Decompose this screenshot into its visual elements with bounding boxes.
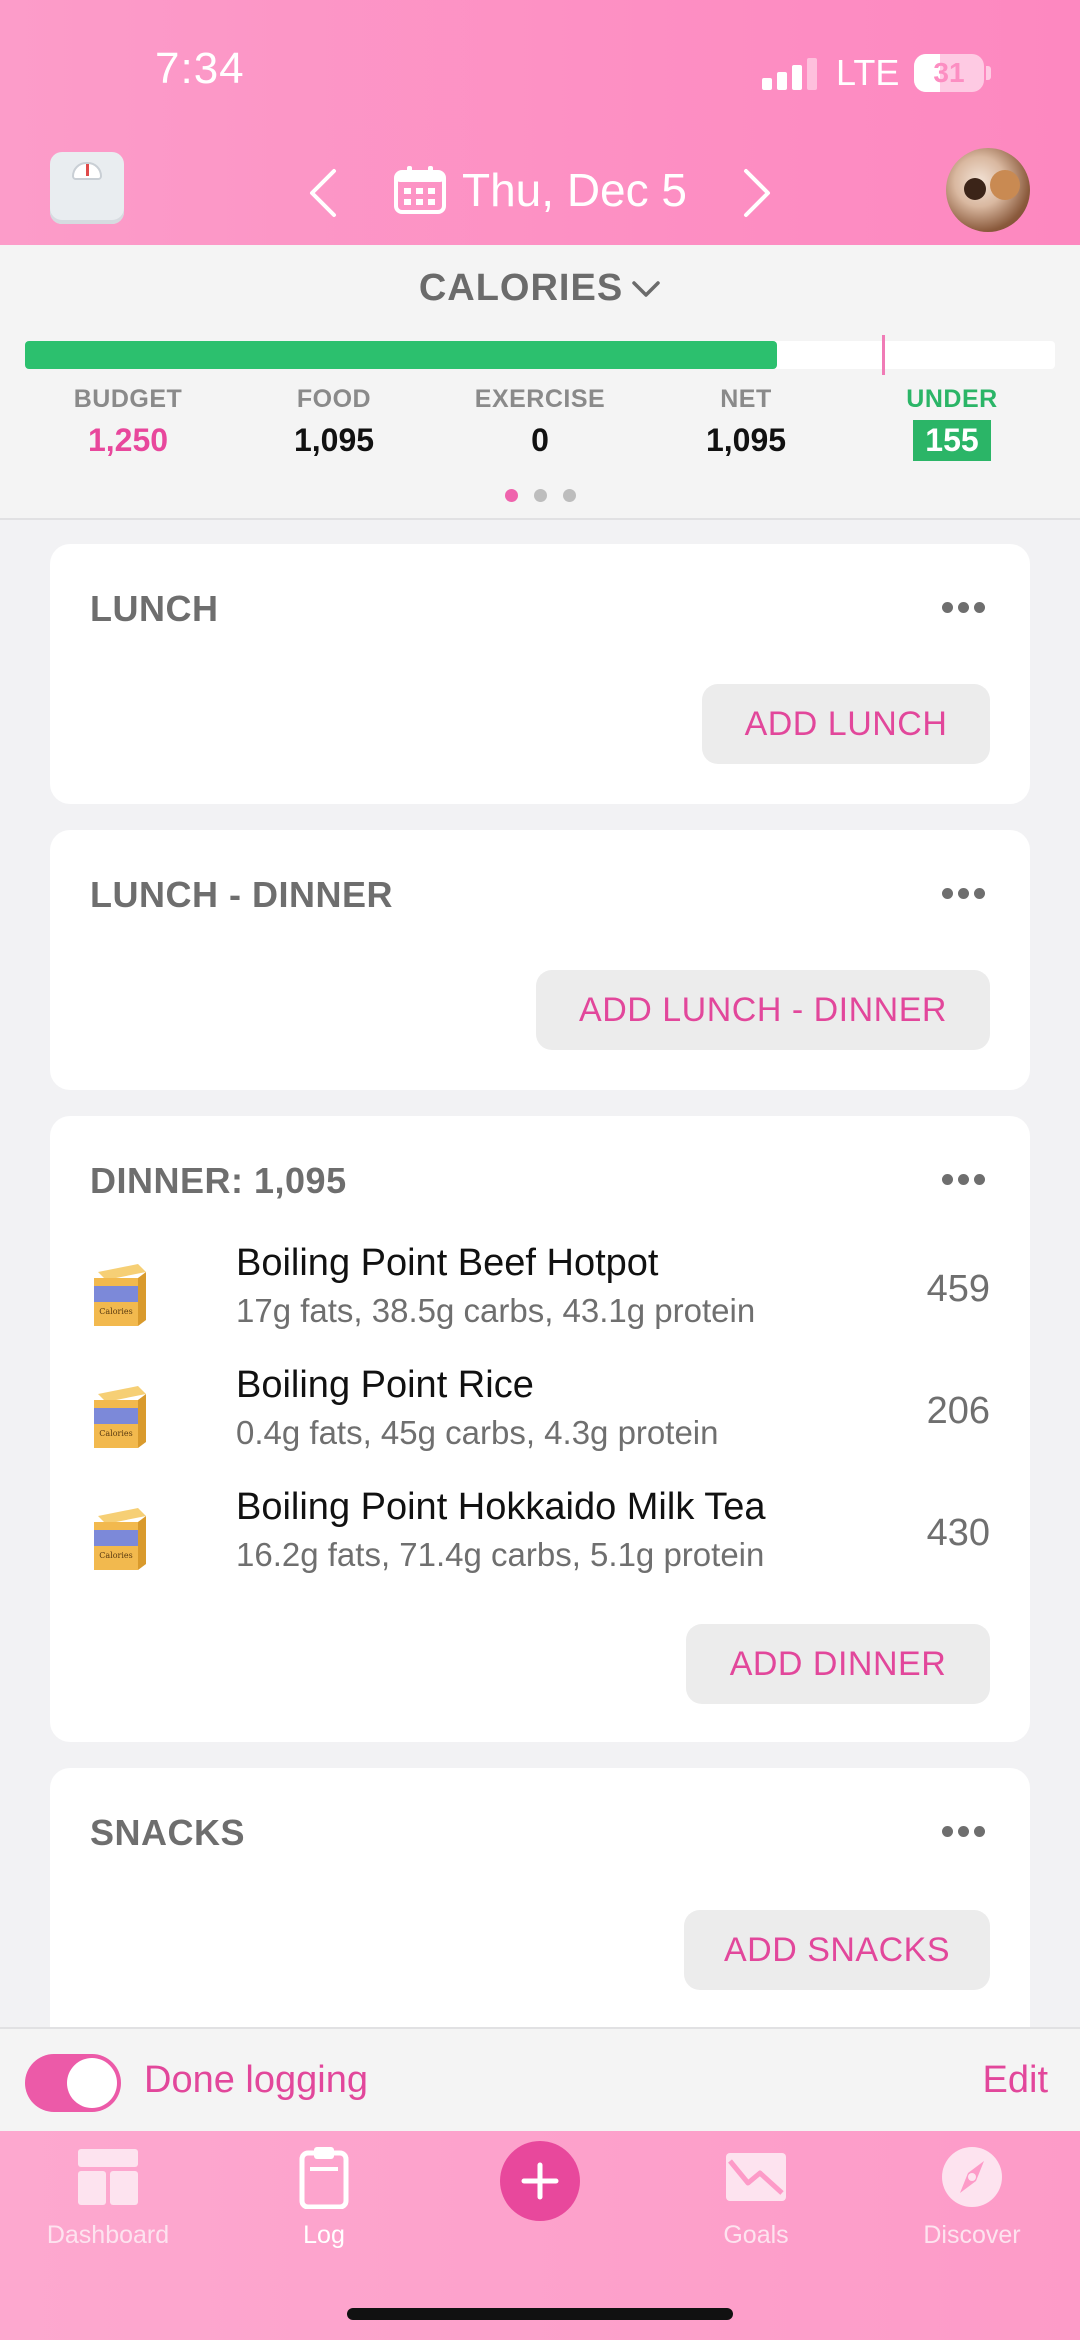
page-dot[interactable] xyxy=(562,489,576,502)
tab-label: Discover xyxy=(923,2221,1021,2249)
meal-card-lunch: LUNCH ADD LUNCH xyxy=(50,544,1030,804)
tab-label: Log xyxy=(303,2221,345,2249)
meal-title: LUNCH - DINNER xyxy=(90,874,393,915)
calories-dropdown[interactable]: CALORIES xyxy=(0,267,1080,310)
stat-under: UNDER 155 xyxy=(852,385,1052,461)
food-macros: 16.2g fats, 71.4g carbs, 5.1g protein xyxy=(236,1536,765,1573)
network-label: LTE xyxy=(836,52,900,93)
svg-text:Calories: Calories xyxy=(99,1429,133,1438)
page-indicator[interactable] xyxy=(0,489,1080,507)
battery-icon: 31 xyxy=(914,54,984,92)
food-entry[interactable]: Calories Boiling Point Hokkaido Milk Tea… xyxy=(90,1486,990,1596)
budget-value: 1,250 xyxy=(87,422,169,458)
more-options-icon[interactable] xyxy=(942,1174,986,1186)
under-value: 155 xyxy=(913,420,991,461)
home-indicator xyxy=(347,2308,733,2320)
tab-discover[interactable]: Discover xyxy=(892,2145,1052,2250)
stat-exercise: EXERCISE 0 xyxy=(440,385,640,459)
battery-tip xyxy=(986,66,991,80)
add-entry-button[interactable] xyxy=(500,2141,580,2221)
compass-icon xyxy=(942,2147,1002,2207)
add-lunch-button[interactable]: ADD LUNCH xyxy=(702,684,990,764)
done-logging-label: Done logging xyxy=(144,2059,368,2101)
budget-label: BUDGET xyxy=(73,385,183,413)
tab-log[interactable]: Log xyxy=(244,2145,404,2250)
calorie-progress-fill xyxy=(25,341,777,369)
food-entry[interactable]: Calories Boiling Point Rice 0.4g fats, 4… xyxy=(90,1364,990,1474)
weight-scale-button[interactable] xyxy=(50,152,124,224)
food-calories: 206 xyxy=(926,1390,990,1432)
meal-title: SNACKS xyxy=(90,1812,246,1853)
exercise-label: EXERCISE xyxy=(474,385,606,413)
food-calories: 430 xyxy=(926,1512,990,1554)
food-name: Boiling Point Rice xyxy=(236,1364,534,1406)
add-snacks-button[interactable]: ADD SNACKS xyxy=(684,1910,990,1990)
tab-dashboard[interactable]: Dashboard xyxy=(28,2145,188,2250)
signal-icon xyxy=(762,58,820,90)
food-macros: 17g fats, 38.5g carbs, 43.1g protein xyxy=(236,1292,756,1329)
net-value: 1,095 xyxy=(705,422,787,458)
more-options-icon[interactable] xyxy=(942,602,986,614)
meal-card-dinner: DINNER: 1,095 Calories Boiling Point Bee… xyxy=(50,1116,1030,1742)
more-options-icon[interactable] xyxy=(942,1826,986,1838)
dashboard-icon xyxy=(78,2149,138,2205)
meal-title: LUNCH xyxy=(90,588,219,629)
add-dinner-button[interactable]: ADD DINNER xyxy=(686,1624,990,1704)
chevron-left-icon xyxy=(310,169,336,217)
chevron-down-icon xyxy=(632,281,660,297)
exercise-value: 0 xyxy=(531,422,549,458)
calories-title: CALORIES xyxy=(418,267,624,309)
food-box-icon: Calories xyxy=(94,1508,146,1570)
date-selector[interactable]: Thu, Dec 5 xyxy=(394,160,687,220)
svg-text:Calories: Calories xyxy=(99,1551,133,1560)
food-calories: 459 xyxy=(926,1268,990,1310)
done-logging-bar: Done logging Edit xyxy=(0,2027,1080,2131)
edit-button[interactable]: Edit xyxy=(983,2059,1048,2102)
meal-card-lunch-dinner: LUNCH - DINNER ADD LUNCH - DINNER xyxy=(50,830,1030,1090)
done-logging-toggle[interactable] xyxy=(25,2054,121,2112)
clipboard-icon xyxy=(299,2147,349,2210)
current-date: Thu, Dec 5 xyxy=(462,164,687,216)
meal-title: DINNER: 1,095 xyxy=(90,1160,347,1201)
app-header: 7:34 LTE 31 Thu, Dec 5 xyxy=(0,0,1080,245)
stat-net: NET 1,095 xyxy=(646,385,846,459)
food-name: Boiling Point Beef Hotpot xyxy=(236,1242,659,1284)
food-entry[interactable]: Calories Boiling Point Beef Hotpot 17g f… xyxy=(90,1242,990,1352)
more-options-icon[interactable] xyxy=(942,888,986,900)
chart-envelope-icon xyxy=(726,2153,786,2201)
net-label: NET xyxy=(720,385,772,413)
status-time: 7:34 xyxy=(155,44,245,93)
battery-level: 31 xyxy=(933,57,965,88)
food-name: Boiling Point Hokkaido Milk Tea xyxy=(236,1486,766,1528)
profile-avatar[interactable] xyxy=(946,148,1030,232)
calorie-progress-bar xyxy=(25,335,1055,375)
plus-icon xyxy=(521,2162,559,2200)
previous-day-button[interactable] xyxy=(308,168,338,218)
calorie-summary: CALORIES BUDGET 1,250 FOOD 1,095 EXERCIS… xyxy=(0,245,1080,520)
page-dot[interactable] xyxy=(504,489,518,502)
calendar-icon xyxy=(394,166,446,214)
budget-marker xyxy=(882,335,885,375)
tab-label: Dashboard xyxy=(46,2221,170,2249)
food-box-icon: Calories xyxy=(94,1264,146,1326)
food-label: FOOD xyxy=(296,385,372,413)
page-dot[interactable] xyxy=(533,489,547,502)
tab-goals[interactable]: Goals xyxy=(676,2145,836,2250)
meal-card-snacks: SNACKS ADD SNACKS xyxy=(50,1768,1030,2068)
tab-label: Goals xyxy=(723,2221,789,2249)
svg-text:Calories: Calories xyxy=(99,1307,133,1316)
food-box-icon: Calories xyxy=(94,1386,146,1448)
food-macros: 0.4g fats, 45g carbs, 4.3g protein xyxy=(236,1414,719,1451)
add-lunch-dinner-button[interactable]: ADD LUNCH - DINNER xyxy=(536,970,990,1050)
stat-food: FOOD 1,095 xyxy=(234,385,434,459)
stat-budget: BUDGET 1,250 xyxy=(28,385,228,459)
chevron-right-icon xyxy=(744,169,770,217)
calorie-stats: BUDGET 1,250 FOOD 1,095 EXERCISE 0 NET 1… xyxy=(0,385,1080,475)
food-value: 1,095 xyxy=(293,422,375,458)
under-label: UNDER xyxy=(906,385,998,413)
next-day-button[interactable] xyxy=(742,168,772,218)
